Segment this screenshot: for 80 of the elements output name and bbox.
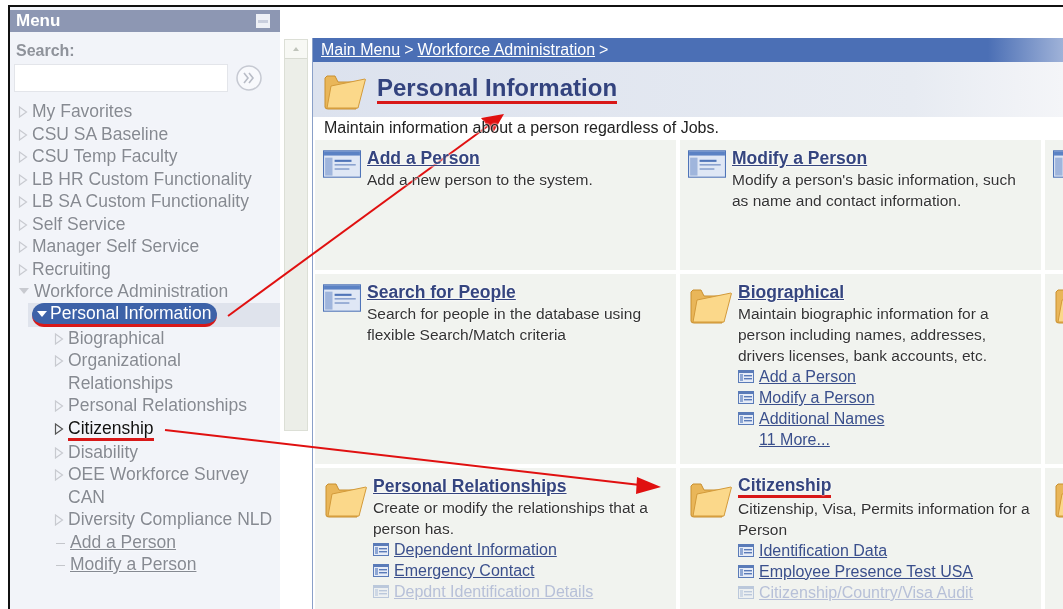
- page-icon: [738, 412, 754, 425]
- menu-item[interactable]: Workforce Administration: [34, 280, 229, 303]
- breadcrumb-separator: >: [599, 41, 609, 59]
- card-link[interactable]: Identification Data: [759, 540, 888, 561]
- menu-item[interactable]: Add a Person: [70, 530, 177, 553]
- expanded-triangle-icon: [18, 286, 30, 296]
- menu-item[interactable]: Personal Relationships: [68, 394, 247, 417]
- menu-item[interactable]: LB HR Custom Functionality: [32, 167, 252, 190]
- search-label: Search:: [16, 42, 75, 60]
- card-description: Search for people in the database using flexible Search/Match criteria: [367, 304, 643, 345]
- collapsed-triangle-icon: [18, 151, 28, 163]
- menu-item[interactable]: Modify a Person: [70, 553, 197, 576]
- card-description: Modify a person's basic information, such as name and contact information.: [732, 170, 1017, 211]
- collapsed-triangle-icon: [18, 106, 28, 118]
- card-link[interactable]: Add a Person: [759, 366, 856, 387]
- menu-item[interactable]: Disability: [68, 440, 139, 463]
- breadcrumb-link[interactable]: Workforce Administration: [417, 41, 596, 59]
- breadcrumb-separator: >: [404, 41, 414, 59]
- collapsed-triangle-icon: [54, 332, 64, 345]
- card-link[interactable]: Employee Presence Test USA: [759, 561, 974, 582]
- menu-item[interactable]: Manager Self Service: [32, 235, 200, 258]
- collapsed-triangle-icon: [54, 469, 64, 481]
- dash-icon: [56, 565, 65, 566]
- menu-item[interactable]: CSU SA Baseline: [32, 122, 169, 145]
- menu-item[interactable]: Recruiting: [32, 257, 111, 280]
- page-icon: [323, 284, 361, 312]
- collapse-icon[interactable]: [256, 14, 270, 28]
- card-title-link[interactable]: Biographical: [738, 282, 844, 303]
- menu-item[interactable]: My Favorites: [32, 100, 133, 123]
- collapsed-triangle-icon: [18, 218, 28, 231]
- menu-item[interactable]: Organizational Relationships: [68, 349, 274, 394]
- collapsed-triangle-icon: [54, 446, 64, 459]
- page-icon: [688, 150, 726, 178]
- card-description: Maintain biographic information for a person including names, addresses, drivers licenses, bank accounts, etc.: [738, 304, 990, 366]
- collapsed-triangle-icon: [18, 173, 28, 186]
- page-icon: [738, 565, 754, 578]
- menu-item[interactable]: OEE Workforce Survey CAN: [68, 463, 274, 508]
- menu-item[interactable]: LB SA Custom Functionality: [32, 190, 249, 213]
- menu-title: Menu: [16, 11, 61, 31]
- menu-item[interactable]: CSU Temp Faculty: [32, 145, 178, 168]
- collapsed-triangle-icon: [54, 514, 64, 526]
- menu-item[interactable]: Biographical: [68, 326, 165, 349]
- collapsed-triangle-icon: [18, 263, 28, 276]
- page-icon: [738, 586, 754, 599]
- page-icon: [738, 544, 754, 557]
- card-link[interactable]: Dependent Information: [394, 539, 557, 560]
- page-icon: [738, 391, 754, 404]
- card-title-link[interactable]: Citizenship: [738, 476, 832, 498]
- scroll-up-icon[interactable]: [285, 40, 307, 59]
- card-description: Create or modify the relationships that a person has.: [373, 498, 649, 539]
- card-link[interactable]: Additional Names: [759, 408, 885, 429]
- card-description: Add a new person to the system.: [367, 170, 593, 190]
- menu-item[interactable]: Personal Information: [32, 302, 218, 327]
- page-icon: [323, 150, 361, 178]
- collapsed-triangle-icon: [54, 355, 64, 367]
- card-description: Citizenship, Visa, Permits information for a Person: [738, 499, 1031, 540]
- go-button[interactable]: [236, 65, 262, 91]
- page-title[interactable]: Personal Information: [377, 75, 618, 104]
- collapsed-triangle-icon: [18, 128, 28, 141]
- collapsed-triangle-icon: [54, 400, 64, 412]
- expanded-triangle-icon: [36, 308, 48, 319]
- card-link[interactable]: Emergency Contact: [394, 560, 535, 581]
- collapsed-triangle-icon: [18, 196, 28, 208]
- card-title-link[interactable]: Personal Relationships: [373, 476, 567, 497]
- collapsed-triangle-icon: [54, 422, 64, 435]
- search-field[interactable]: [14, 64, 228, 92]
- dash-icon: [56, 542, 65, 544]
- card-link[interactable]: 11 More...: [759, 429, 830, 450]
- collapsed-triangle-icon: [18, 241, 28, 253]
- menu-item[interactable]: Diversity Compliance NLD: [68, 508, 273, 531]
- card-link[interactable]: Modify a Person: [759, 387, 875, 408]
- card-title-link[interactable]: Modify a Person: [732, 148, 868, 169]
- menu-item[interactable]: Citizenship: [68, 416, 154, 441]
- card-title-link[interactable]: Search for People: [367, 282, 516, 303]
- page-icon: [373, 585, 389, 598]
- page-icon: [738, 370, 754, 383]
- page-icon: [373, 543, 389, 556]
- menu-item[interactable]: Self Service: [32, 212, 126, 235]
- breadcrumb-link[interactable]: Main Menu: [321, 41, 401, 59]
- page-icon: [373, 564, 389, 577]
